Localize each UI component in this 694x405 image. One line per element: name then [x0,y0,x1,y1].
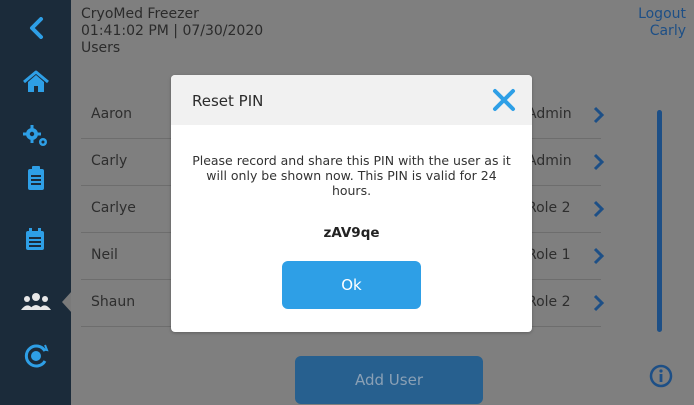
page-title: Users [81,40,121,56]
sidebar-item-log[interactable] [0,150,71,206]
calibration-icon [24,344,49,368]
users-icon [20,293,51,310]
gears-icon [22,125,47,146]
calendar-icon [25,228,44,250]
clipboard-icon [27,166,44,190]
user-name: Aaron [91,106,133,122]
user-role: Role 2 [527,200,571,216]
chevron-right-icon [593,200,605,218]
chevron-right-icon [593,294,605,312]
dialog-header: Reset PIN [171,75,532,125]
user-role: Admin [527,153,572,169]
chevron-right-icon [593,247,605,265]
device-name: CryoMed Freezer [81,6,199,22]
user-name: Neil [91,247,118,263]
user-name: Shaun [91,294,136,310]
user-name: Carlye [91,200,136,216]
user-role: Role 2 [527,294,571,310]
pin-value: zAV9qe [323,225,380,241]
dialog-title: Reset PIN [192,92,264,110]
back-button[interactable] [0,4,71,52]
chevron-right-icon [593,153,605,171]
sidebar-item-calibration[interactable] [0,328,71,384]
date-time: 01:41:02 PM | 07/30/2020 [81,23,264,39]
sidebar-item-home[interactable] [0,54,71,110]
user-role: Admin [527,106,572,122]
logout-label: Logout [638,6,686,22]
sidebar-item-users[interactable] [0,274,72,330]
chevron-right-icon [593,106,605,124]
dialog-message: Please record and share this PIN with th… [192,153,511,198]
sidebar [0,0,72,405]
reset-pin-dialog: Reset PIN Please record and share this P… [171,75,532,332]
add-user-button[interactable]: Add User [295,356,483,404]
header-info: CryoMed Freezer 01:41:02 PM | 07/30/2020… [81,6,263,57]
user-name: Carly [91,153,128,169]
close-icon[interactable] [492,88,516,112]
ok-button[interactable]: Ok [282,261,421,309]
user-role: Role 1 [527,247,571,263]
back-chevron-icon [29,17,43,39]
home-icon [22,70,49,92]
info-icon[interactable] [649,364,673,388]
scrollbar[interactable] [657,110,662,332]
logout-link[interactable]: Logout Carly [638,6,686,40]
current-user: Carly [649,23,686,39]
sidebar-item-schedule[interactable] [0,212,71,268]
